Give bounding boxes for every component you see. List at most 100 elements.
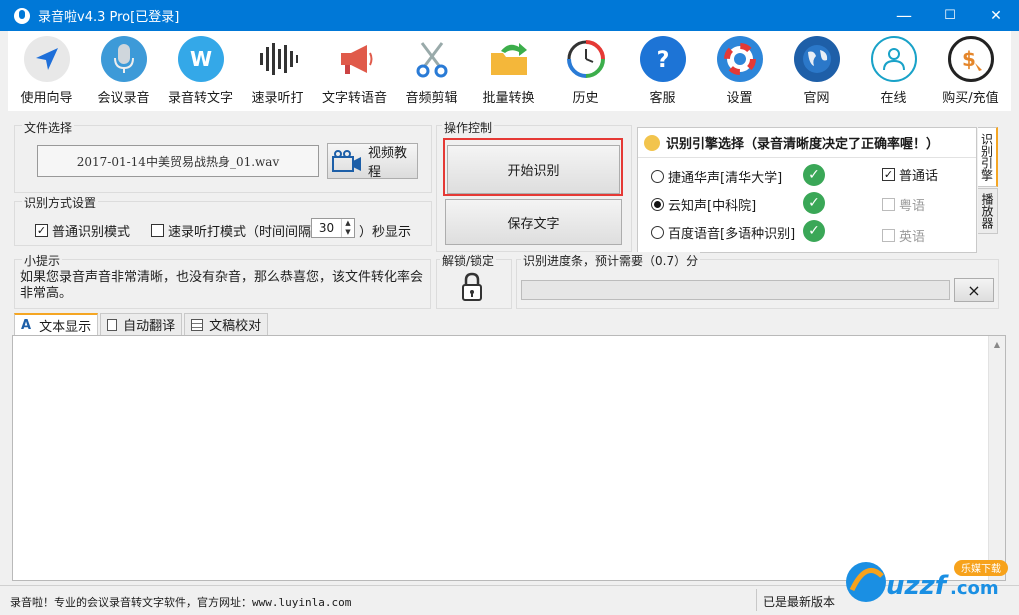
svg-text:?: ? (656, 48, 669, 73)
site-watermark-logo: uzzf .com 乐媒下载 (842, 556, 1014, 608)
svg-text:.com: .com (950, 578, 999, 599)
status-right-text: 已是最新版本 (763, 595, 836, 609)
language-cantonese[interactable]: 粤语 (882, 195, 925, 214)
toolbar-label: 客服 (649, 91, 676, 106)
engine-option-label: 云知声[中科院] (668, 199, 757, 214)
language-label: 粤语 (899, 199, 926, 214)
tab-label: 文本显示 (39, 320, 92, 335)
side-tab-player[interactable]: 播放器 (978, 188, 998, 234)
padlock-icon[interactable] (461, 272, 483, 306)
scroll-up-icon[interactable]: ▲ (989, 336, 1005, 353)
normal-mode-checkbox[interactable]: ✓ (35, 224, 48, 237)
toolbar-website[interactable]: 官网 (778, 31, 855, 111)
toolbar-fast-typing[interactable]: 速录听打 (239, 31, 316, 111)
toolbar-label: 设置 (726, 91, 753, 106)
interval-stepper[interactable]: 30 ▲ ▼ (311, 218, 355, 238)
engine-panel: 识别引擎选择（录音清晰度决定了正确率喔！） 捷通华声[清华大学] ✓ 云知声[中… (637, 127, 977, 253)
progress-bar (521, 280, 950, 300)
interval-value[interactable]: 30 (312, 219, 341, 237)
tab-label: 文稿校对 (209, 319, 262, 334)
status-divider (756, 589, 757, 611)
toolbar-label: 批量转换 (482, 91, 535, 106)
video-tutorial-button[interactable]: 视频教程 (327, 143, 418, 180)
language-mandarin[interactable]: ✓ 普通话 (882, 165, 938, 184)
file-path-field[interactable]: 2017-01-14中美贸易战热身_01.wav (37, 145, 319, 177)
toolbar-batch-convert[interactable]: 批量转换 (470, 31, 547, 111)
cancel-progress-button[interactable]: × (954, 278, 994, 302)
toolbar-speech-to-text[interactable]: W 录音转文字 (162, 31, 239, 111)
svg-text:uzzf: uzzf (886, 571, 950, 601)
engine-option-2[interactable]: 云知声[中科院] (651, 195, 756, 214)
file-select-title: 文件选择 (22, 119, 75, 136)
save-text-button[interactable]: 保存文字 (445, 199, 622, 245)
side-tab-engine[interactable]: 识别引擎 (978, 127, 998, 187)
tab-auto-translate[interactable]: 自动翻译 (100, 313, 183, 335)
window-controls: — ☐ ✕ (881, 0, 1019, 31)
engine-option-3[interactable]: 百度语音[多语种识别] (651, 223, 795, 242)
engine-radio-1[interactable] (651, 170, 664, 183)
toolbar-support[interactable]: ? 客服 (624, 31, 701, 111)
toolbar-meeting-record[interactable]: 会议录音 (85, 31, 162, 111)
toolbar-online[interactable]: 在线 (855, 31, 932, 111)
side-tab-engine-label: 识别引擎 (979, 133, 994, 181)
toolbar-history[interactable]: 历史 (547, 31, 624, 111)
folder-arrow-icon (486, 36, 532, 82)
svg-text:$: $ (962, 47, 976, 71)
vertical-scrollbar[interactable]: ▲ ▼ (988, 336, 1005, 580)
normal-mode-label: 普通识别模式 (52, 225, 131, 240)
spin-up-icon[interactable]: ▲ (342, 219, 354, 228)
tip-title: 小提示 (22, 252, 63, 269)
engine-title: 识别引擎选择（录音清晰度决定了正确率喔！） (666, 137, 940, 152)
toolbar-purchase[interactable]: $ 购买/充值 (932, 31, 1009, 111)
engine-microphone-icon (644, 134, 660, 151)
close-button[interactable]: ✕ (973, 0, 1019, 31)
toolbar-label: 历史 (572, 91, 599, 106)
interval-suffix: ）秒显示 (359, 225, 412, 240)
toolbar-guide[interactable]: 使用向导 (8, 31, 85, 111)
main-toolbar: 使用向导 会议录音 W 录音转文字 速录听打 文字转语音 音频剪辑 批量转换 历… (8, 31, 1011, 111)
language-english[interactable]: 英语 (882, 226, 925, 245)
dollar-coin-icon: $ (947, 36, 994, 82)
fast-mode-checkbox[interactable] (151, 224, 164, 237)
megaphone-icon (332, 36, 378, 82)
maximize-button[interactable]: ☐ (927, 0, 973, 31)
tab-proofread[interactable]: 文稿校对 (184, 313, 269, 335)
question-icon: ? (639, 36, 686, 82)
fast-mode-option[interactable]: 速录听打模式（时间间隔 (151, 221, 311, 240)
toolbar-settings[interactable]: 设置 (701, 31, 778, 111)
lifebuoy-icon (716, 36, 763, 82)
grid-document-icon (191, 318, 204, 331)
mandarin-checkbox[interactable]: ✓ (882, 168, 895, 181)
text-a-icon: A (21, 318, 32, 333)
video-tutorial-label: 视频教程 (368, 146, 408, 180)
english-checkbox[interactable] (882, 229, 895, 242)
toolbar-label: 速录听打 (251, 91, 304, 106)
mode-title: 识别方式设置 (22, 194, 99, 211)
lock-title: 解锁/锁定 (440, 252, 497, 269)
interval-spin-buttons[interactable]: ▲ ▼ (341, 219, 354, 237)
video-camera-icon (332, 150, 362, 172)
recognition-text-area[interactable]: ▲ ▼ (12, 335, 1006, 581)
engine-radio-3[interactable] (651, 226, 664, 239)
engine-ok-icon-3: ✓ (803, 220, 825, 242)
side-tab-player-label: 播放器 (980, 193, 994, 229)
start-recognition-button[interactable]: 开始识别 (447, 145, 620, 194)
toolbar-label: 音频剪辑 (405, 91, 458, 106)
cantonese-checkbox[interactable] (882, 198, 895, 211)
svg-text:乐媒下载: 乐媒下载 (961, 563, 1001, 575)
toolbar-audio-edit[interactable]: 音频剪辑 (393, 31, 470, 111)
w-letter-icon: W (177, 36, 224, 82)
app-microphone-icon (14, 7, 30, 24)
engine-radio-2[interactable] (651, 198, 664, 211)
user-online-icon (870, 36, 917, 82)
microphone-icon (100, 36, 147, 82)
minimize-button[interactable]: — (881, 0, 927, 31)
engine-option-1[interactable]: 捷通华声[清华大学] (651, 167, 782, 186)
spin-down-icon[interactable]: ▼ (342, 228, 354, 237)
toolbar-label: 在线 (880, 91, 907, 106)
toolbar-text-to-speech[interactable]: 文字转语音 (316, 31, 393, 111)
normal-mode-option[interactable]: ✓ 普通识别模式 (35, 221, 130, 240)
toolbar-label: 文字转语音 (321, 91, 387, 106)
tab-text-display[interactable]: A 文本显示 (14, 313, 99, 336)
progress-title: 识别进度条，预计需要（0.7）分 (521, 252, 701, 269)
